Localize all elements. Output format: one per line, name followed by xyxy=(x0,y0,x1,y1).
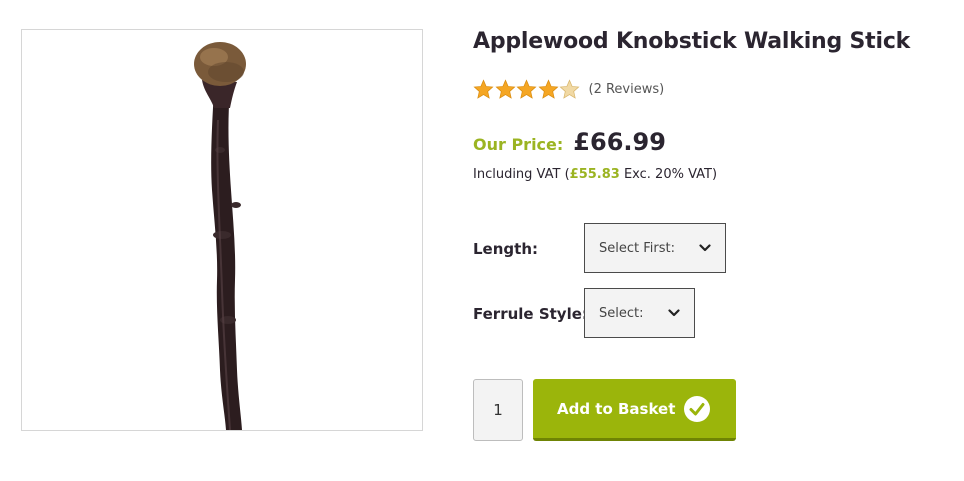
length-label: Length: xyxy=(473,240,538,258)
price-row: Our Price: £66.99 xyxy=(473,128,666,156)
reviews-link[interactable]: (2 Reviews) xyxy=(589,82,665,97)
vat-prefix: Including VAT ( xyxy=(473,167,570,182)
ex-vat-price: £55.83 xyxy=(569,167,620,182)
length-select-value: Select First: xyxy=(599,240,675,256)
ferrule-style-label: Ferrule Style: xyxy=(473,305,588,323)
star-icon xyxy=(537,78,559,99)
chevron-down-icon xyxy=(699,244,711,252)
product-image[interactable] xyxy=(21,29,423,431)
price-label: Our Price: xyxy=(473,135,564,154)
star-half-icon xyxy=(559,78,580,99)
length-select[interactable]: Select First: xyxy=(584,223,726,273)
chevron-down-icon xyxy=(668,309,680,317)
walking-stick-image xyxy=(194,42,246,430)
product-title: Applewood Knobstick Walking Stick xyxy=(473,29,911,54)
add-to-basket-button[interactable]: Add to Basket xyxy=(533,379,736,441)
price-value: £66.99 xyxy=(573,128,666,156)
star-icon xyxy=(494,78,516,99)
star-icon xyxy=(516,78,537,99)
checkmark-circle-icon xyxy=(684,396,710,422)
ferrule-select-value: Select: xyxy=(599,305,644,321)
star-rating xyxy=(473,78,581,100)
vat-suffix: Exc. 20% VAT) xyxy=(619,167,718,182)
vat-line: Including VAT (£55.83 Exc. 20% VAT) xyxy=(473,167,717,182)
quantity-input[interactable]: 1 xyxy=(473,379,523,441)
ferrule-style-select[interactable]: Select: xyxy=(584,288,695,338)
rating[interactable]: (2 Reviews) xyxy=(473,78,664,100)
add-to-basket-label: Add to Basket xyxy=(557,399,676,418)
star-icon xyxy=(473,78,494,99)
